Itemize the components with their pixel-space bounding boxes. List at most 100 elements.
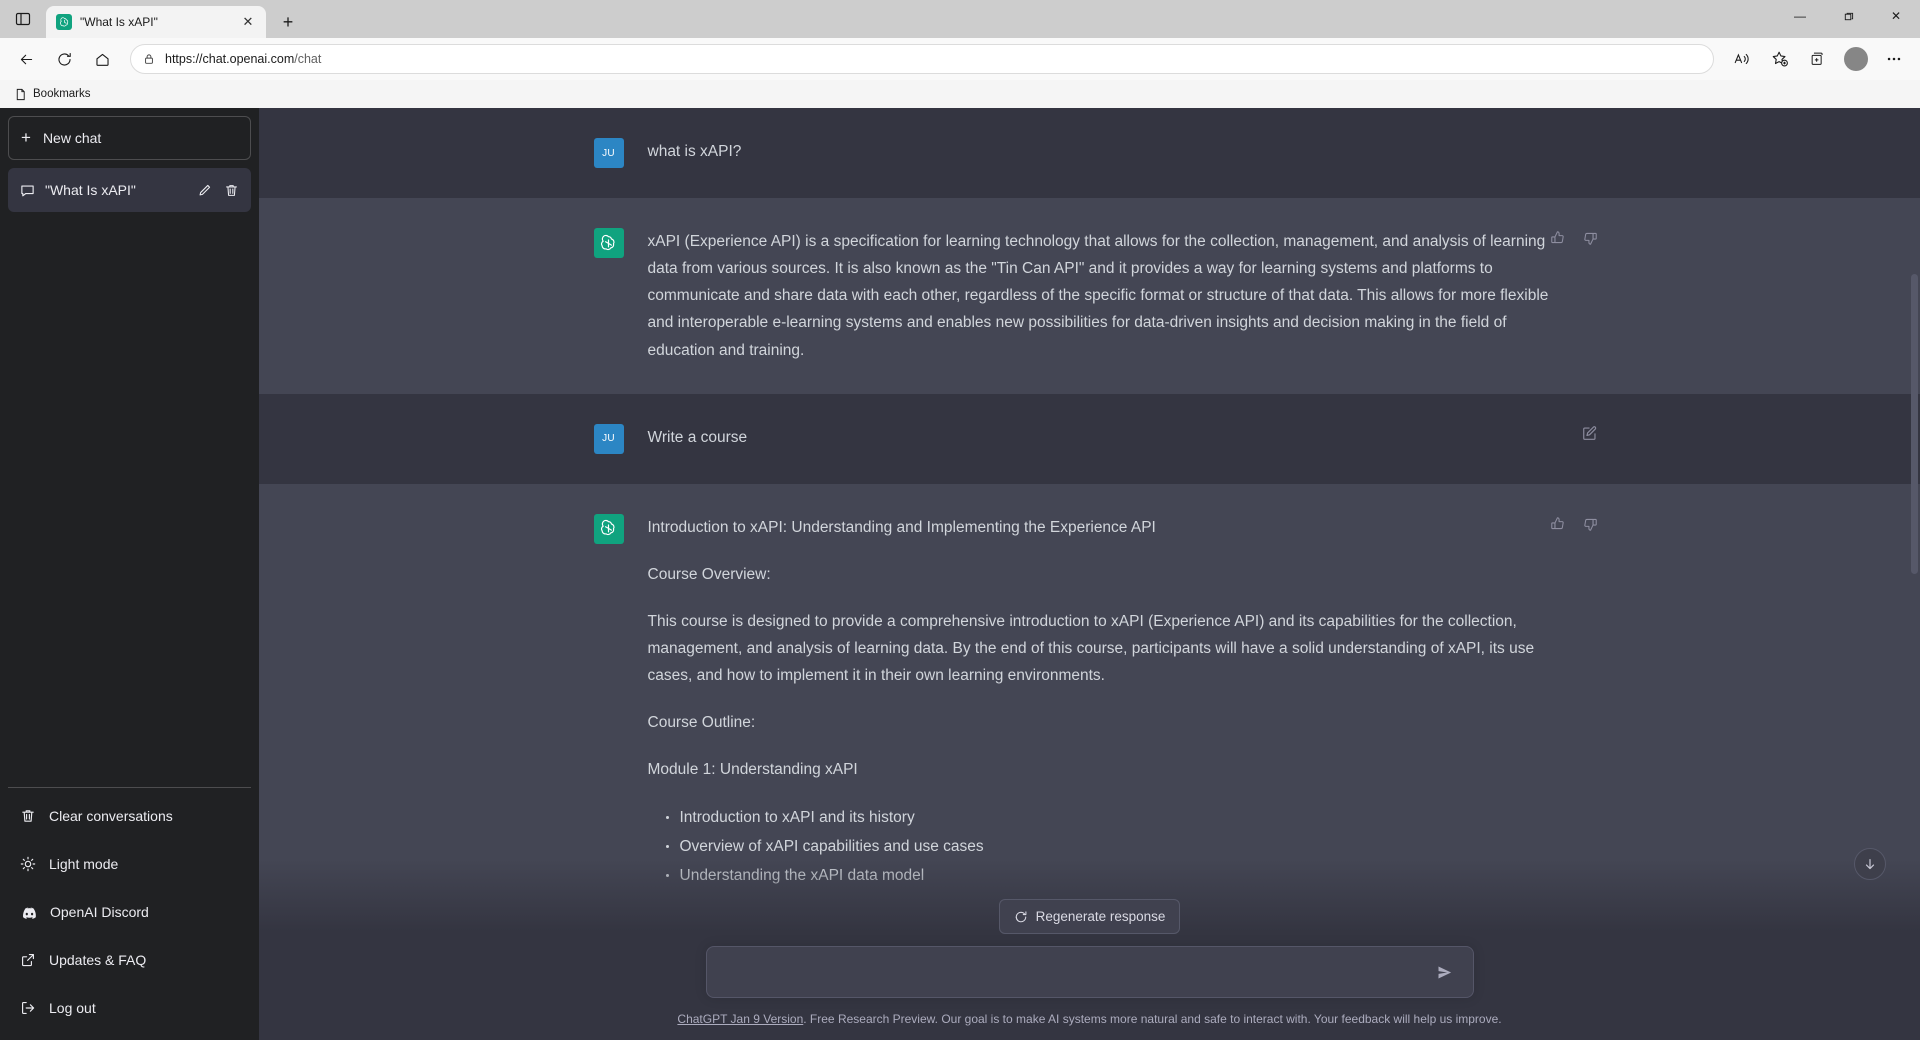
conversation-list: "What Is xAPI" [8, 168, 251, 781]
sidebar-item-label: Log out [49, 1000, 96, 1016]
thumbs-down-icon[interactable] [1578, 512, 1602, 536]
message-row-user: JU what is xAPI? [259, 108, 1920, 198]
course-overview-text: This course is designed to provide a com… [647, 612, 1535, 685]
refresh-icon [1014, 910, 1028, 924]
close-window-button[interactable]: ✕ [1872, 0, 1920, 32]
regenerate-row: Regenerate response [259, 899, 1920, 935]
maximize-button[interactable] [1824, 0, 1872, 32]
address-bar-path: /chat [294, 52, 322, 66]
avatar [593, 228, 624, 258]
thumbs-up-icon[interactable] [1546, 226, 1570, 250]
message-text: xAPI (Experience API) is a specification… [624, 228, 1602, 364]
external-link-icon [20, 952, 36, 968]
sidebar-item-updates-faq[interactable]: Updates & FAQ [8, 936, 251, 984]
sun-icon [20, 856, 36, 872]
message-row-assistant: xAPI (Experience API) is a specification… [259, 198, 1920, 394]
add-favorite-icon[interactable] [1762, 43, 1798, 75]
sidebar-item-light-mode[interactable]: Light mode [8, 840, 251, 888]
read-aloud-icon[interactable] [1724, 43, 1760, 75]
address-bar[interactable]: https://chat.openai.com/chat [130, 44, 1714, 74]
tab-title: "What Is xAPI" [80, 15, 158, 29]
refresh-icon[interactable] [46, 43, 82, 75]
avatar: JU [593, 138, 624, 168]
conversation-actions [197, 183, 239, 198]
sidebar-item-log-out[interactable]: Log out [8, 984, 251, 1032]
sidebar-item-label: OpenAI Discord [50, 904, 149, 920]
message-feedback-actions [1546, 226, 1602, 250]
browser-window: "What Is xAPI" ✕ + — ✕ https://chat.open… [0, 0, 1920, 1040]
composer-center [259, 946, 1920, 999]
thumbs-up-icon[interactable] [1546, 512, 1570, 536]
scrollbar-thumb[interactable] [1911, 274, 1918, 574]
bookmarks-label: Bookmarks [33, 88, 91, 100]
window-controls: — ✕ [1776, 0, 1920, 38]
footer-disclaimer: ChatGPT Jan 9 Version. Free Research Pre… [259, 998, 1920, 1040]
regenerate-label: Regenerate response [1035, 909, 1166, 925]
back-icon[interactable] [8, 43, 44, 75]
list-item: Introduction to xAPI and its history [665, 804, 1554, 831]
discord-icon [20, 904, 37, 921]
address-bar-url: https://chat.openai.com/chat [165, 52, 322, 66]
pencil-icon[interactable] [197, 183, 212, 198]
module-1-heading: Module 1: Understanding xAPI [647, 761, 858, 779]
home-icon[interactable] [84, 43, 120, 75]
message-row-user: JU Write a course [259, 393, 1920, 484]
chatgpt-page: + New chat "What Is xAPI" Clear conversa… [0, 108, 1920, 1040]
collections-icon[interactable] [1800, 43, 1836, 75]
trash-icon[interactable] [224, 183, 239, 198]
message-paragraph: xAPI (Experience API) is a specification… [647, 233, 1549, 359]
avatar: JU [593, 423, 624, 454]
sidebar-item-label: Clear conversations [49, 808, 173, 824]
sidebar-item-clear-conversations[interactable]: Clear conversations [8, 792, 251, 840]
page-scrollbar[interactable] [1911, 114, 1918, 674]
plus-icon: + [21, 128, 31, 147]
conversation-item-what-is-xapi[interactable]: "What Is xAPI" [8, 168, 251, 212]
browser-titlebar: "What Is xAPI" ✕ + — ✕ [0, 0, 1920, 38]
new-chat-button[interactable]: + New chat [8, 116, 251, 160]
send-button[interactable] [1431, 958, 1459, 986]
browser-tab[interactable]: "What Is xAPI" ✕ [46, 6, 266, 38]
composer-area: Regenerate response ChatGPT Jan 9 Versio… [259, 859, 1920, 1040]
sidebar: + New chat "What Is xAPI" Clear conversa… [0, 108, 259, 1040]
composer-box[interactable] [705, 946, 1474, 999]
message-text: Write a course [624, 424, 1602, 454]
message-paragraph: what is xAPI? [647, 143, 742, 160]
document-icon [14, 88, 27, 101]
conversation-title: "What Is xAPI" [45, 182, 136, 198]
lock-icon [143, 53, 155, 65]
disclaimer-text: . Free Research Preview. Our goal is to … [803, 1012, 1502, 1027]
scroll-to-bottom-button[interactable] [1854, 848, 1886, 880]
thumbs-down-icon[interactable] [1578, 226, 1602, 250]
avatar [593, 513, 624, 544]
logout-icon [20, 1000, 36, 1016]
trash-icon [20, 808, 36, 824]
browser-toolbar: https://chat.openai.com/chat [0, 38, 1920, 80]
sidebar-item-openai-discord[interactable]: OpenAI Discord [8, 888, 251, 936]
regenerate-response-button[interactable]: Regenerate response [998, 899, 1181, 935]
openai-logo-icon [56, 14, 72, 30]
version-link[interactable]: ChatGPT Jan 9 Version [677, 1012, 803, 1026]
sidebar-item-label: Updates & FAQ [49, 952, 147, 968]
sidebar-item-label: Light mode [49, 856, 119, 872]
course-overview-heading: Course Overview: [647, 565, 771, 583]
profile-avatar[interactable] [1844, 47, 1868, 71]
bookmarks-folder[interactable]: Bookmarks [14, 88, 91, 101]
message-paragraph: Write a course [647, 428, 748, 446]
tab-actions-icon[interactable] [0, 0, 46, 38]
bookmarks-bar: Bookmarks [0, 80, 1920, 108]
list-item: Overview of xAPI capabilities and use ca… [665, 833, 1554, 860]
sidebar-footer: Clear conversations Light mode OpenAI Di… [8, 792, 251, 1032]
message-text: what is xAPI? [624, 138, 1602, 168]
message-input[interactable] [722, 963, 1431, 981]
more-options-icon[interactable] [1876, 43, 1912, 75]
toolbar-right-actions [1724, 43, 1912, 75]
message-feedback-actions [1546, 512, 1602, 536]
edit-message-icon[interactable] [1578, 422, 1602, 446]
new-tab-button[interactable]: + [272, 6, 304, 38]
chat-area: JU what is xAPI? xAPI (Experience API) i… [259, 108, 1920, 1040]
chat-bubble-icon [20, 183, 35, 198]
course-title: Introduction to xAPI: Understanding and … [647, 518, 1156, 536]
close-tab-icon[interactable]: ✕ [238, 12, 258, 32]
minimize-button[interactable]: — [1776, 0, 1824, 32]
message-edit-actions [1578, 422, 1602, 446]
